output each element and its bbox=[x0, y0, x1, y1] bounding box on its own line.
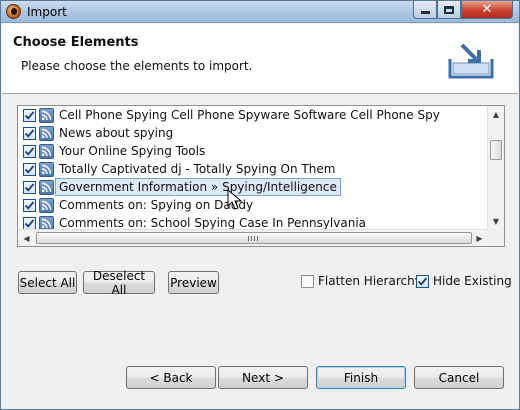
hide-existing-label: Hide Existing bbox=[433, 274, 512, 288]
scroll-down-icon[interactable]: ▼ bbox=[488, 213, 504, 230]
deselect-all-button[interactable]: Deselect All bbox=[83, 269, 155, 297]
item-label: Government Information » Spying/Intellig… bbox=[55, 178, 341, 196]
rss-feed-icon bbox=[39, 126, 54, 141]
maximize-icon bbox=[444, 5, 454, 14]
hide-existing-checkbox[interactable]: Hide Existing bbox=[416, 274, 512, 288]
item-label: News about spying bbox=[59, 126, 174, 140]
list-item[interactable]: Cell Phone Spying Cell Phone Spyware Sof… bbox=[18, 106, 488, 124]
close-button[interactable]: ✕ bbox=[461, 1, 513, 19]
item-checkbox[interactable] bbox=[23, 145, 36, 158]
rss-feed-icon bbox=[39, 162, 54, 177]
back-button[interactable]: < Back bbox=[126, 366, 216, 389]
item-checkbox[interactable] bbox=[23, 199, 36, 212]
grip-icon bbox=[248, 236, 258, 241]
mouse-cursor-icon bbox=[227, 189, 243, 210]
scrollbar-corner bbox=[487, 229, 504, 246]
finish-button[interactable]: Finish bbox=[316, 366, 406, 389]
scroll-right-icon[interactable]: ▶ bbox=[471, 230, 488, 246]
import-dialog: Import ✕ Choose Elements Please choose t… bbox=[0, 0, 520, 410]
select-all-button[interactable]: Select All bbox=[18, 271, 77, 294]
list-item[interactable]: Your Online Spying Tools bbox=[18, 142, 488, 160]
rss-feed-icon bbox=[39, 180, 54, 195]
elements-list[interactable]: Cell Phone Spying Cell Phone Spyware Sof… bbox=[17, 105, 505, 247]
minimize-icon bbox=[420, 11, 430, 14]
window-title: Import bbox=[27, 5, 67, 19]
next-button[interactable]: Next > bbox=[218, 366, 308, 389]
page-description: Please choose the elements to import. bbox=[21, 59, 253, 73]
horizontal-scrollbar[interactable]: ◀ ▶ bbox=[18, 229, 488, 246]
list-item[interactable]: Comments on: School Spying Case In Penns… bbox=[18, 214, 488, 230]
minimize-button[interactable] bbox=[413, 1, 437, 19]
item-label: Your Online Spying Tools bbox=[59, 144, 206, 158]
item-checkbox[interactable] bbox=[23, 109, 36, 122]
app-icon bbox=[6, 4, 21, 19]
item-label: Totally Captivated dj - Totally Spying O… bbox=[59, 162, 336, 176]
preview-button[interactable]: Preview bbox=[168, 271, 219, 294]
scroll-left-icon[interactable]: ◀ bbox=[18, 230, 35, 246]
vertical-scrollbar[interactable]: ▲ ▼ bbox=[487, 106, 504, 230]
elements-list-rows: Cell Phone Spying Cell Phone Spyware Sof… bbox=[18, 106, 488, 230]
rss-feed-icon bbox=[39, 108, 54, 123]
item-label: Comments on: School Spying Case In Penns… bbox=[59, 216, 367, 230]
list-item[interactable]: Comments on: Spying on Daddy bbox=[18, 196, 488, 214]
maximize-button[interactable] bbox=[437, 1, 461, 19]
list-item[interactable]: Totally Captivated dj - Totally Spying O… bbox=[18, 160, 488, 178]
item-label: Cell Phone Spying Cell Phone Spyware Sof… bbox=[59, 108, 440, 122]
horizontal-scroll-thumb[interactable] bbox=[36, 232, 472, 244]
flatten-hierarchy-label: Flatten Hierarchy bbox=[318, 274, 422, 288]
item-checkbox[interactable] bbox=[23, 163, 36, 176]
flatten-hierarchy-checkbox[interactable]: Flatten Hierarchy bbox=[301, 274, 422, 288]
page-title: Choose Elements bbox=[13, 35, 139, 50]
flatten-hierarchy-box[interactable] bbox=[301, 274, 314, 288]
list-item[interactable]: Government Information » Spying/Intellig… bbox=[18, 178, 488, 196]
item-checkbox[interactable] bbox=[23, 181, 36, 194]
item-label: Comments on: Spying on Daddy bbox=[59, 198, 254, 212]
item-checkbox[interactable] bbox=[23, 127, 36, 140]
vertical-scroll-thumb[interactable] bbox=[490, 140, 502, 160]
close-icon: ✕ bbox=[481, 2, 493, 17]
scroll-up-icon[interactable]: ▲ bbox=[488, 106, 504, 123]
import-tray-icon bbox=[448, 43, 494, 79]
cancel-button[interactable]: Cancel bbox=[414, 366, 504, 389]
hide-existing-box[interactable] bbox=[416, 274, 429, 288]
title-bar[interactable]: Import ✕ bbox=[1, 1, 519, 23]
wizard-header: Choose Elements Please choose the elemen… bbox=[2, 24, 518, 94]
list-item[interactable]: News about spying bbox=[18, 124, 488, 142]
rss-feed-icon bbox=[39, 144, 54, 159]
rss-feed-icon bbox=[39, 198, 54, 213]
rss-feed-icon bbox=[39, 216, 54, 230]
